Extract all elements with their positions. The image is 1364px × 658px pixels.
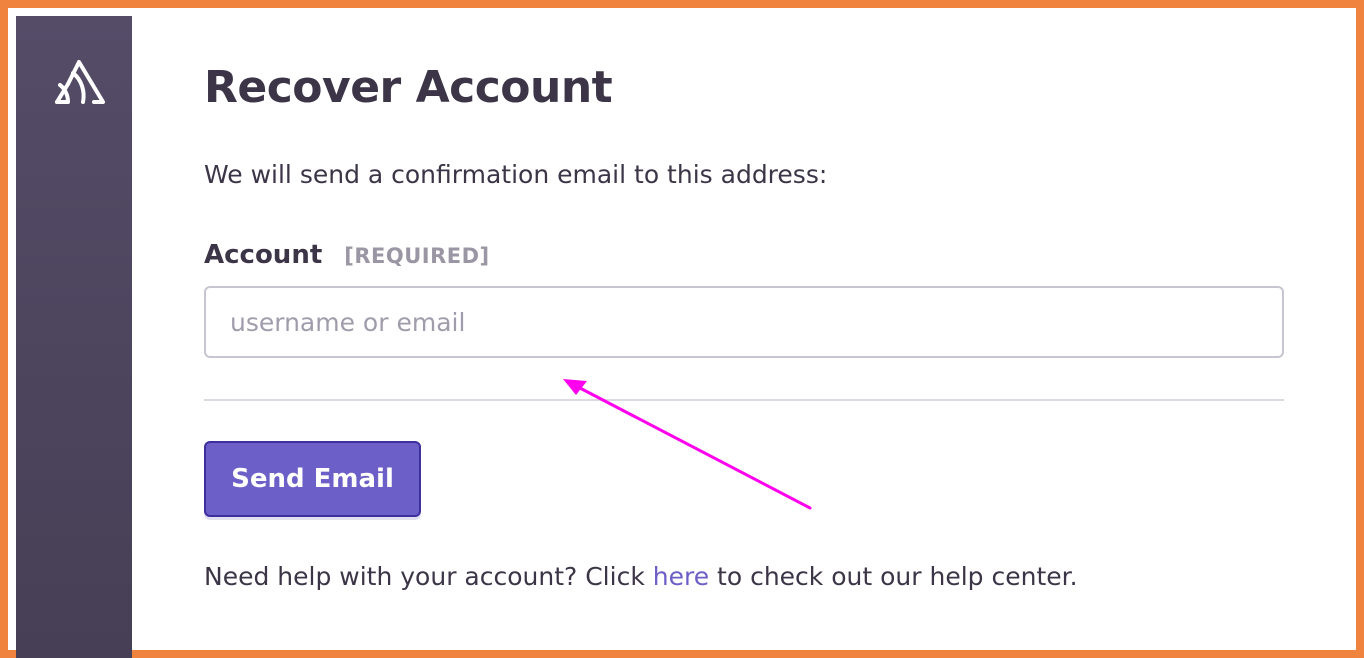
sidebar [16,16,132,658]
send-email-button[interactable]: Send Email [204,441,421,517]
account-label: Account [204,240,323,270]
intro-text: We will send a confirmation email to thi… [204,160,828,189]
divider [204,399,1284,401]
sentry-logo-icon[interactable] [52,54,108,108]
help-text-suffix: to check out our help center. [709,562,1078,591]
help-center-link[interactable]: here [653,562,709,591]
help-text-prefix: Need help with your account? Click [204,562,653,591]
required-tag: [REQUIRED] [344,244,490,268]
help-text: Need help with your account? Click here … [204,560,1078,594]
account-input[interactable] [204,286,1284,358]
account-label-row: Account [REQUIRED] [204,238,490,275]
main-content: Recover Account We will send a confirmat… [124,8,1356,650]
page-title: Recover Account [204,62,613,113]
